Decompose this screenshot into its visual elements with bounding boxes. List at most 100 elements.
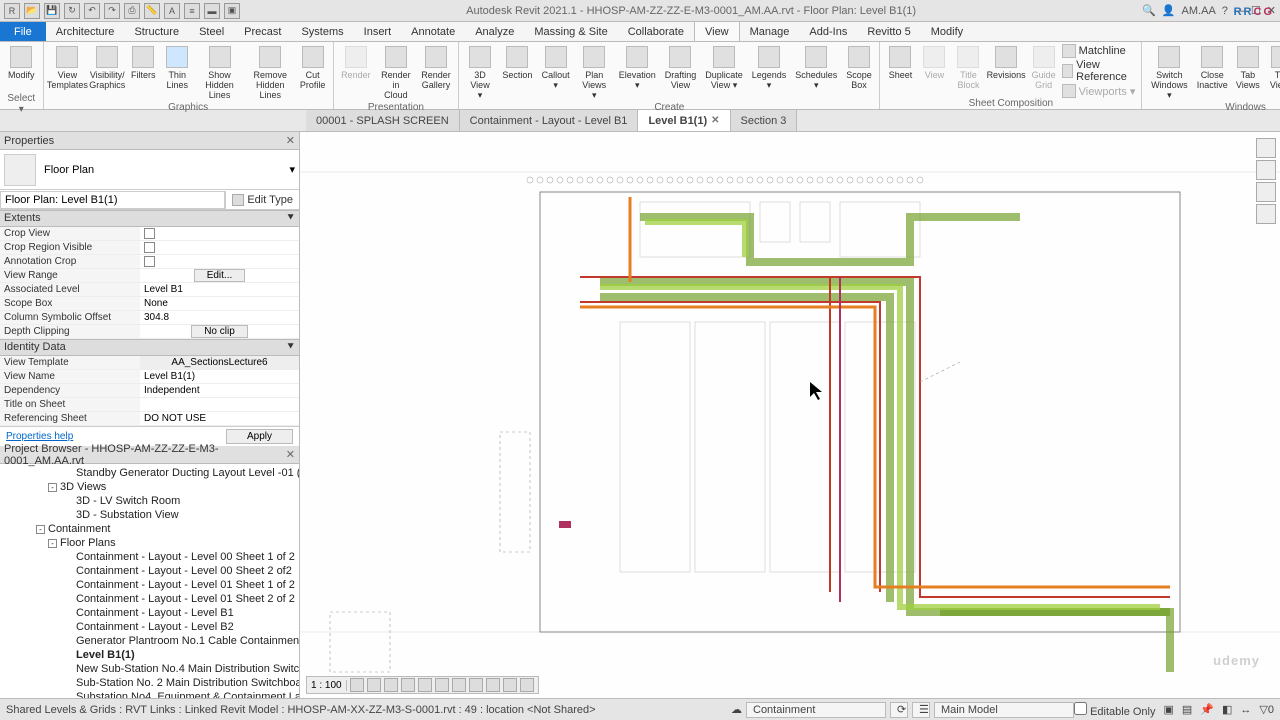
menu-tab-systems[interactable]: Systems — [291, 22, 353, 41]
edit-type-button[interactable]: Edit Type — [225, 191, 299, 209]
ribbon-3d-button[interactable]: 3D View ▾ — [463, 44, 497, 102]
browser-node[interactable]: -3D Views — [0, 480, 299, 494]
menu-tab-structure[interactable]: Structure — [124, 22, 189, 41]
prop-value[interactable] — [140, 241, 299, 254]
ribbon-show-button[interactable]: Show Hidden Lines — [195, 44, 244, 102]
ribbon-tab-button[interactable]: Tab Views — [1232, 44, 1264, 92]
ribbon-close-button[interactable]: Close Inactive — [1195, 44, 1230, 92]
prop-value[interactable]: None — [140, 297, 299, 310]
expand-icon[interactable]: - — [48, 539, 57, 548]
checkbox-icon[interactable] — [144, 256, 155, 267]
menu-tab-add-ins[interactable]: Add-Ins — [799, 22, 857, 41]
close-hidden-icon[interactable]: ▣ — [224, 3, 240, 19]
menu-tab-massing-site[interactable]: Massing & Site — [524, 22, 617, 41]
doc-tab[interactable]: 00001 - SPLASH SCREEN — [306, 110, 460, 131]
ribbon-render-button[interactable]: Render Gallery — [418, 44, 454, 92]
measure-icon[interactable]: 📏 — [144, 3, 160, 19]
type-dropdown-icon[interactable]: ▾ — [289, 163, 295, 176]
prop-value[interactable] — [140, 255, 299, 268]
prop-value[interactable]: 304.8 — [140, 311, 299, 324]
menu-tab-architecture[interactable]: Architecture — [46, 22, 125, 41]
doc-tab[interactable]: Level B1(1)✕ — [638, 110, 730, 131]
align-icon[interactable]: ≡ — [184, 3, 200, 19]
ribbon-visibility--button[interactable]: Visibility/ Graphics — [89, 44, 125, 92]
select-pinned-icon[interactable]: 📌 — [1200, 703, 1214, 716]
nav-cube-icon[interactable] — [1256, 160, 1276, 180]
instance-name[interactable]: Floor Plan: Level B1(1) — [0, 191, 225, 209]
temp-hide-icon[interactable] — [486, 678, 500, 692]
ribbon-view-reference-button[interactable]: View Reference — [1062, 59, 1138, 83]
ribbon-matchline-button[interactable]: Matchline — [1062, 44, 1138, 58]
crop-icon[interactable] — [435, 678, 449, 692]
design-option-icon[interactable]: ☰ — [912, 702, 930, 718]
drawing-canvas[interactable]: 1 : 100 udemy — [300, 132, 1280, 698]
help-icon[interactable]: ? — [1222, 5, 1228, 17]
browser-close-icon[interactable]: ✕ — [286, 448, 295, 461]
ribbon-duplicate-button[interactable]: Duplicate View ▾ — [702, 44, 746, 92]
prop-value[interactable] — [140, 227, 299, 240]
sun-path-icon[interactable] — [384, 678, 398, 692]
drag-icon[interactable]: ↔ — [1240, 704, 1251, 716]
nav-wheel-icon[interactable] — [1256, 182, 1276, 202]
reveal-icon[interactable] — [503, 678, 517, 692]
browser-node[interactable]: Generator Plantroom No.1 Cable Containme… — [0, 634, 299, 648]
save-icon[interactable]: 💾 — [44, 3, 60, 19]
expand-icon[interactable]: - — [36, 525, 45, 534]
ribbon-thin-button[interactable]: Thin Lines — [161, 44, 193, 92]
nav-pan-icon[interactable] — [1256, 204, 1276, 224]
shadows-icon[interactable] — [401, 678, 415, 692]
doc-tab[interactable]: Containment - Layout - Level B1 — [460, 110, 639, 131]
browser-node[interactable]: -Containment — [0, 522, 299, 536]
browser-node[interactable]: 3D - Substation View — [0, 508, 299, 522]
redo-icon[interactable]: ↷ — [104, 3, 120, 19]
menu-tab-steel[interactable]: Steel — [189, 22, 234, 41]
prop-value[interactable]: Independent — [140, 384, 299, 397]
menu-tab-collaborate[interactable]: Collaborate — [618, 22, 694, 41]
properties-help-link[interactable]: Properties help — [6, 431, 73, 442]
detail-level-icon[interactable] — [350, 678, 364, 692]
browser-node[interactable]: Containment - Layout - Level 01 Sheet 1 … — [0, 578, 299, 592]
sync-icon[interactable]: ↻ — [64, 3, 80, 19]
search-icon[interactable]: 🔍 — [1142, 4, 1156, 17]
rendering-icon[interactable] — [418, 678, 432, 692]
ribbon-switch-button[interactable]: Switch Windows ▾ — [1146, 44, 1192, 102]
browser-node[interactable]: New Sub-Station No.4 Main Distribution S… — [0, 662, 299, 676]
properties-close-icon[interactable]: ✕ — [286, 134, 295, 147]
file-tab[interactable]: File — [0, 22, 46, 41]
menu-tab-precast[interactable]: Precast — [234, 22, 291, 41]
ribbon-view-button[interactable]: View Templates — [48, 44, 88, 92]
menu-tab-manage[interactable]: Manage — [740, 22, 800, 41]
select-links-icon[interactable]: ▣ — [1164, 703, 1174, 716]
type-selector[interactable]: Floor Plan ▾ — [0, 150, 299, 190]
crop-region-icon[interactable] — [452, 678, 466, 692]
ribbon-render-button[interactable]: Render in Cloud — [376, 44, 416, 102]
sync-status-icon[interactable]: ⟳ — [890, 702, 908, 718]
menu-tab-revitto-5[interactable]: Revitto 5 — [857, 22, 920, 41]
open-icon[interactable]: 📂 — [24, 3, 40, 19]
ribbon-section-button[interactable]: Section — [499, 44, 536, 82]
prop-value[interactable] — [140, 398, 299, 411]
main-model[interactable]: Main Model — [934, 702, 1074, 718]
menu-tab-view[interactable]: View — [694, 22, 740, 41]
ribbon-cut-button[interactable]: Cut Profile — [297, 44, 329, 92]
lock-3d-icon[interactable] — [469, 678, 483, 692]
select-underlay-icon[interactable]: ▤ — [1182, 703, 1192, 716]
doc-tab-close-icon[interactable]: ✕ — [711, 115, 719, 126]
browser-node[interactable]: Containment - Layout - Level B2 — [0, 620, 299, 634]
maximize-icon[interactable]: ☐ — [1251, 4, 1261, 17]
select-face-icon[interactable]: ◧ — [1222, 703, 1232, 716]
prop-value[interactable]: Level B1 — [140, 283, 299, 296]
menu-tab-insert[interactable]: Insert — [354, 22, 402, 41]
ribbon-callout-button[interactable]: Callout ▾ — [538, 44, 573, 92]
browser-node[interactable]: Containment - Layout - Level 00 Sheet 1 … — [0, 550, 299, 564]
project-browser[interactable]: Standby Generator Ducting Layout Level -… — [0, 464, 299, 698]
editable-only-check[interactable]: Editable Only — [1074, 702, 1156, 718]
ribbon-elevation-button[interactable]: Elevation ▾ — [615, 44, 659, 92]
browser-node[interactable]: Sub-Station No. 2 Main Distribution Swit… — [0, 676, 299, 690]
prop-value[interactable]: No clip — [140, 325, 299, 338]
prop-value[interactable]: Level B1(1) — [140, 370, 299, 383]
browser-node[interactable]: Substation No4, Equipment & Containment … — [0, 690, 299, 698]
browser-node[interactable]: Containment - Layout - Level B1 — [0, 606, 299, 620]
ribbon-sheet-button[interactable]: Sheet — [884, 44, 916, 82]
ribbon-legends-button[interactable]: Legends ▾ — [748, 44, 790, 92]
